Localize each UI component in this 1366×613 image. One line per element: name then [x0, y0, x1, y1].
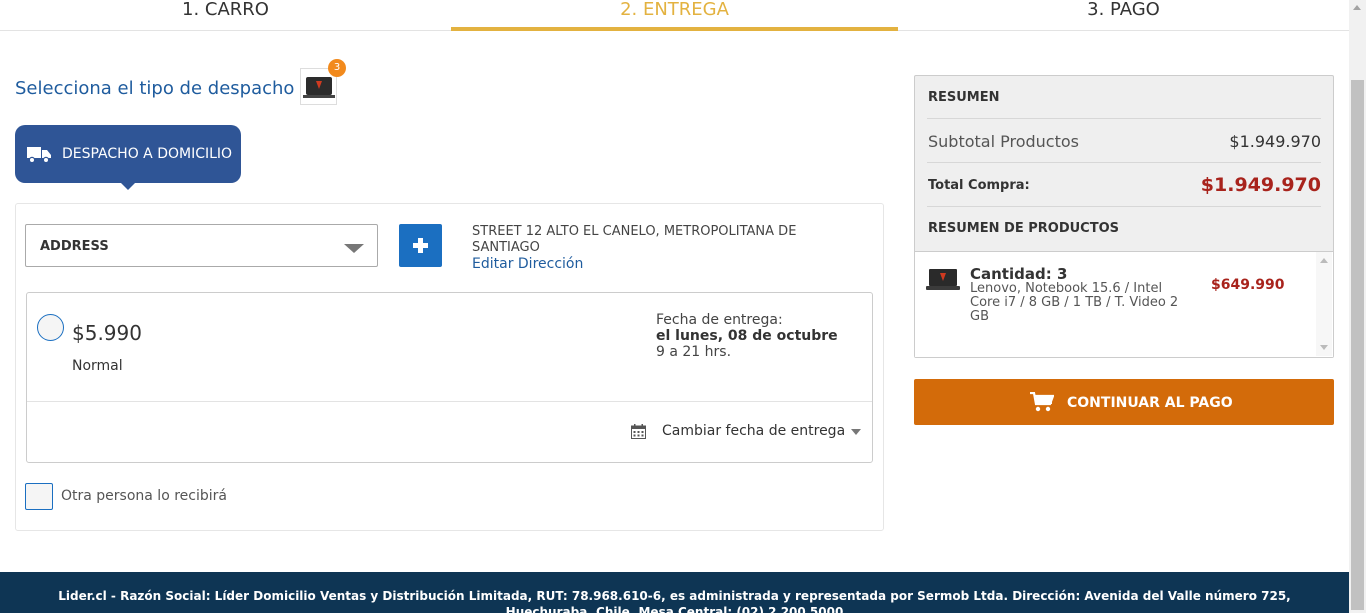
delivery-date-label: Fecha de entrega:: [656, 312, 783, 328]
truck-icon: [27, 147, 51, 163]
shipping-price: $5.990: [72, 321, 142, 345]
step-delivery: 2. ENTREGA: [451, 0, 898, 31]
step-cart[interactable]: 1. CARRO: [0, 0, 451, 27]
divider: [927, 118, 1321, 119]
address-select[interactable]: ADDRESS: [25, 224, 378, 267]
product-description: Lenovo, Notebook 15.6 / Intel Core i7 / …: [970, 281, 1179, 324]
address-select-value: ADDRESS: [40, 239, 109, 254]
home-delivery-label: DESPACHO A DOMICILIO: [62, 146, 233, 162]
divider: [927, 162, 1321, 163]
continue-to-payment-label: CONTINUAR AL PAGO: [1067, 395, 1233, 411]
add-address-button[interactable]: [399, 224, 442, 267]
chevron-down-icon[interactable]: [851, 429, 861, 435]
divider: [927, 206, 1321, 207]
products-summary-heading: RESUMEN DE PRODUCTOS: [928, 221, 1119, 236]
product-list-scrollbar[interactable]: [1316, 252, 1332, 356]
step-payment: 3. PAGO: [1087, 0, 1160, 20]
other-person-checkbox[interactable]: [25, 483, 53, 510]
subtotal-label: Subtotal Productos: [928, 132, 1079, 151]
total-value: $1.949.970: [1200, 174, 1321, 196]
change-delivery-date[interactable]: Cambiar fecha de entrega: [662, 423, 845, 439]
scrollbar-thumb[interactable]: [1351, 80, 1364, 610]
page-title: Selecciona el tipo de despacho: [15, 78, 295, 99]
product-thumbnail: [926, 269, 960, 290]
product-price: $649.990: [1211, 277, 1285, 293]
summary-heading: RESUMEN: [928, 90, 1000, 105]
scroll-up-arrow[interactable]: [1349, 0, 1366, 17]
footer-legal-text: Lider.cl - Razón Social: Líder Domicilio…: [0, 572, 1349, 613]
shipping-option-radio[interactable]: [37, 314, 64, 341]
other-person-label: Otra persona lo recibirá: [61, 488, 227, 504]
checkout-steps: 1. CARRO 2. ENTREGA 3. PAGO: [0, 0, 1349, 31]
calendar-icon: [631, 424, 646, 439]
total-label: Total Compra:: [928, 178, 1030, 193]
chevron-down-icon: [344, 244, 364, 253]
continue-to-payment-button[interactable]: CONTINUAR AL PAGO: [914, 379, 1334, 425]
shipping-method: Normal: [72, 358, 123, 374]
edit-address-link[interactable]: Editar Dirección: [472, 256, 583, 272]
cart-icon: [1030, 392, 1054, 412]
selected-address: STREET 12 ALTO EL CANELO, METROPOLITANA …: [472, 224, 797, 255]
divider: [27, 401, 872, 402]
cart-count-badge: 3: [328, 59, 346, 77]
delivery-date-value: el lunes, 08 de octubre: [656, 328, 838, 344]
delivery-hours: 9 a 21 hrs.: [656, 344, 732, 360]
home-delivery-button[interactable]: DESPACHO A DOMICILIO: [15, 125, 241, 190]
subtotal-value: $1.949.970: [1229, 132, 1321, 151]
laptop-thumbnail: [303, 77, 335, 98]
page-scrollbar[interactable]: [1349, 0, 1366, 613]
